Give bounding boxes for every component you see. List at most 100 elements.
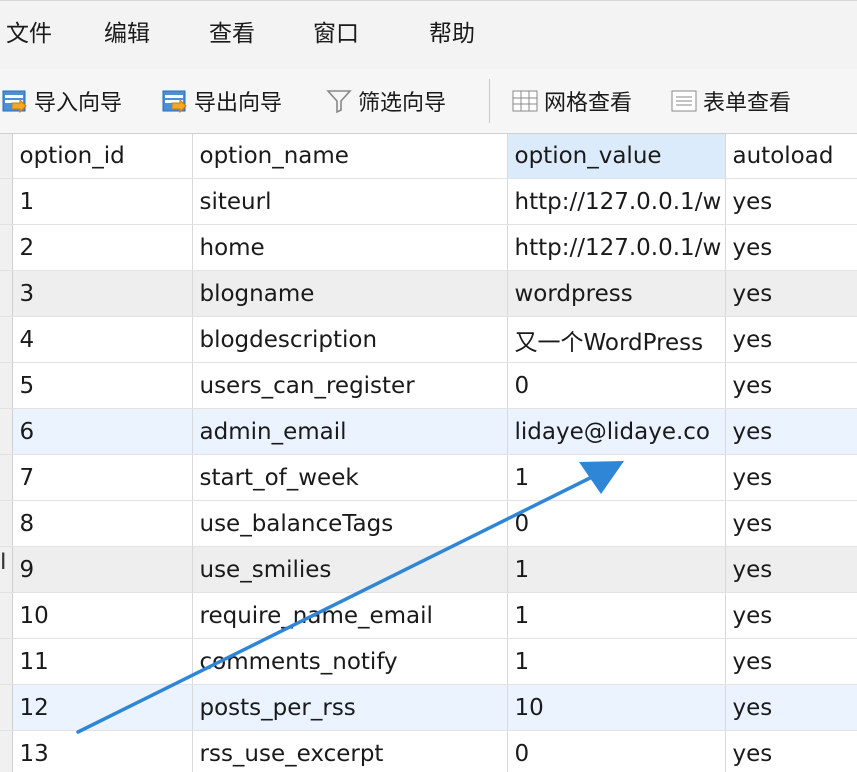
grid-icon bbox=[512, 89, 538, 113]
cell-option-value[interactable]: 1 bbox=[507, 546, 726, 593]
table-row[interactable]: 11 comments_notify 1 yes bbox=[0, 638, 857, 685]
toolbar-separator bbox=[489, 79, 490, 123]
toolbar: 导入向导 导出向导 筛选向导 网格查看 表单查看 bbox=[0, 69, 857, 134]
menu-window[interactable]: 窗口 bbox=[313, 17, 359, 51]
row-indicator[interactable] bbox=[0, 730, 13, 772]
cell-option-value[interactable]: 0 bbox=[507, 500, 726, 547]
cell-option-id[interactable]: 12 bbox=[12, 684, 193, 731]
row-indicator[interactable] bbox=[0, 638, 13, 685]
table-row[interactable]: 12 posts_per_rss 10 yes bbox=[0, 684, 857, 731]
column-header-option-value[interactable]: option_value bbox=[507, 134, 726, 179]
table-row[interactable]: 8 use_balanceTags 0 yes bbox=[0, 500, 857, 547]
table-row[interactable]: 7 start_of_week 1 yes bbox=[0, 454, 857, 501]
table-row[interactable]: 6 admin_email lidaye@lidaye.co yes bbox=[0, 408, 857, 455]
filter-wizard-button[interactable]: 筛选向导 bbox=[326, 83, 446, 119]
table-row[interactable]: 3 blogname wordpress yes bbox=[0, 270, 857, 317]
cell-option-name[interactable]: blogname bbox=[192, 270, 508, 317]
cell-autoload[interactable]: yes bbox=[725, 592, 857, 639]
cell-autoload[interactable]: yes bbox=[725, 638, 857, 685]
cell-option-name[interactable]: admin_email bbox=[192, 408, 508, 455]
cell-autoload[interactable]: yes bbox=[725, 730, 857, 772]
column-header-option-id[interactable]: option_id bbox=[12, 134, 193, 179]
cell-autoload[interactable]: yes bbox=[725, 408, 857, 455]
cell-option-id[interactable]: 8 bbox=[12, 500, 193, 547]
export-wizard-button[interactable]: 导出向导 bbox=[162, 83, 282, 119]
cell-option-value[interactable]: lidaye@lidaye.co bbox=[507, 408, 726, 455]
cell-option-value[interactable]: wordpress bbox=[507, 270, 726, 317]
cell-option-name[interactable]: posts_per_rss bbox=[192, 684, 508, 731]
column-header-autoload[interactable]: autoload bbox=[725, 134, 857, 179]
form-view-button[interactable]: 表单查看 bbox=[671, 83, 791, 119]
table-row[interactable]: 4 blogdescription 又一个WordPress yes bbox=[0, 316, 857, 363]
menu-view[interactable]: 查看 bbox=[209, 17, 255, 51]
cell-option-id[interactable]: 2 bbox=[12, 224, 193, 271]
row-indicator[interactable] bbox=[0, 316, 13, 363]
menu-file[interactable]: 文件 bbox=[6, 17, 52, 51]
cell-option-id[interactable]: 4 bbox=[12, 316, 193, 363]
menu-edit[interactable]: 编辑 bbox=[104, 17, 150, 51]
column-header-option-name[interactable]: option_name bbox=[192, 134, 508, 179]
cell-option-name[interactable]: start_of_week bbox=[192, 454, 508, 501]
cell-option-id[interactable]: 10 bbox=[12, 592, 193, 639]
cell-autoload[interactable]: yes bbox=[725, 224, 857, 271]
table-row[interactable]: 2 home http://127.0.0.1/w yes bbox=[0, 224, 857, 271]
cell-option-value[interactable]: http://127.0.0.1/w bbox=[507, 224, 726, 271]
cell-autoload[interactable]: yes bbox=[725, 178, 857, 225]
row-indicator[interactable] bbox=[0, 592, 13, 639]
cell-option-id[interactable]: 3 bbox=[12, 270, 193, 317]
table-row[interactable]: 10 require_name_email 1 yes bbox=[0, 592, 857, 639]
import-wizard-button[interactable]: 导入向导 bbox=[2, 83, 122, 119]
export-wizard-label: 导出向导 bbox=[194, 91, 283, 116]
row-indicator[interactable] bbox=[0, 500, 13, 547]
row-indicator[interactable] bbox=[0, 408, 13, 455]
cell-option-name[interactable]: home bbox=[192, 224, 508, 271]
cell-option-name[interactable]: use_balanceTags bbox=[192, 500, 508, 547]
cell-autoload[interactable]: yes bbox=[725, 684, 857, 731]
cell-autoload[interactable]: yes bbox=[725, 270, 857, 317]
import-wizard-label: 导入向导 bbox=[34, 91, 123, 116]
form-view-label: 表单查看 bbox=[703, 91, 792, 116]
cell-autoload[interactable]: yes bbox=[725, 362, 857, 409]
cell-option-name[interactable]: comments_notify bbox=[192, 638, 508, 685]
cell-option-id[interactable]: 1 bbox=[12, 178, 193, 225]
header-row: option_id option_name option_value autol… bbox=[0, 134, 857, 179]
cell-option-value[interactable]: 0 bbox=[507, 730, 726, 772]
cell-autoload[interactable]: yes bbox=[725, 500, 857, 547]
cell-option-value[interactable]: 1 bbox=[507, 454, 726, 501]
cell-option-id[interactable]: 13 bbox=[12, 730, 193, 772]
cell-option-name[interactable]: require_name_email bbox=[192, 592, 508, 639]
row-indicator[interactable] bbox=[0, 270, 13, 317]
table-row[interactable]: 1 siteurl http://127.0.0.1/w yes bbox=[0, 178, 857, 225]
cell-option-value[interactable]: 10 bbox=[507, 684, 726, 731]
row-indicator[interactable] bbox=[0, 362, 13, 409]
grid-view-label: 网格查看 bbox=[544, 91, 633, 116]
table-row[interactable]: 5 users_can_register 0 yes bbox=[0, 362, 857, 409]
cell-option-id[interactable]: 5 bbox=[12, 362, 193, 409]
cell-autoload[interactable]: yes bbox=[725, 316, 857, 363]
cell-autoload[interactable]: yes bbox=[725, 454, 857, 501]
cell-option-id[interactable]: 9 bbox=[12, 546, 193, 593]
cell-option-name[interactable]: use_smilies bbox=[192, 546, 508, 593]
cell-option-value[interactable]: 又一个WordPress bbox=[507, 316, 726, 363]
cell-option-value[interactable]: 0 bbox=[507, 362, 726, 409]
cell-option-id[interactable]: 6 bbox=[12, 408, 193, 455]
cell-option-id[interactable]: 7 bbox=[12, 454, 193, 501]
cell-option-name[interactable]: blogdescription bbox=[192, 316, 508, 363]
cell-option-value[interactable]: 1 bbox=[507, 592, 726, 639]
cell-option-value[interactable]: 1 bbox=[507, 638, 726, 685]
row-indicator[interactable] bbox=[0, 178, 13, 225]
cell-autoload[interactable]: yes bbox=[725, 546, 857, 593]
table-row[interactable]: 9 use_smilies 1 yes bbox=[0, 546, 857, 593]
cell-option-name[interactable]: rss_use_excerpt bbox=[192, 730, 508, 772]
cell-option-name[interactable]: users_can_register bbox=[192, 362, 508, 409]
menu-help[interactable]: 帮助 bbox=[429, 17, 475, 51]
table-row[interactable]: 13 rss_use_excerpt 0 yes bbox=[0, 730, 857, 772]
cell-option-value[interactable]: http://127.0.0.1/w bbox=[507, 178, 726, 225]
row-indicator-header bbox=[0, 134, 13, 179]
row-indicator[interactable] bbox=[0, 454, 13, 501]
row-indicator[interactable] bbox=[0, 224, 13, 271]
grid-view-button[interactable]: 网格查看 bbox=[512, 83, 632, 119]
cell-option-id[interactable]: 11 bbox=[12, 638, 193, 685]
cell-option-name[interactable]: siteurl bbox=[192, 178, 508, 225]
row-indicator[interactable] bbox=[0, 684, 13, 731]
